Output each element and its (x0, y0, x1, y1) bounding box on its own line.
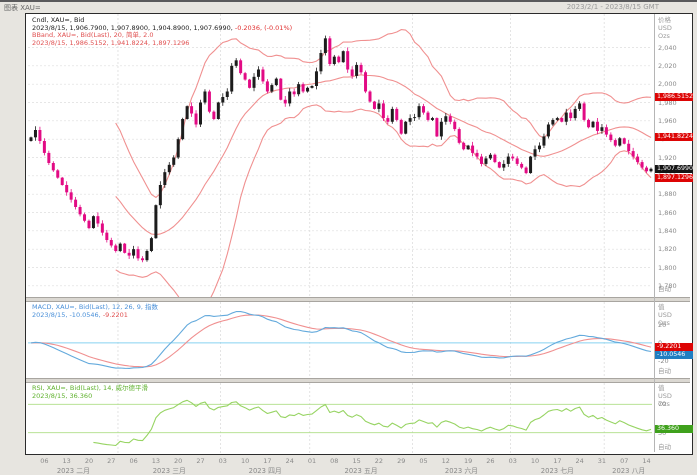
price-tick: 1,920 (658, 155, 677, 162)
bband-legend-values: 2023/8/15, 1,986.5152, 1,941.8224, 1,897… (32, 40, 292, 48)
rsi-axis-title: 值 (658, 385, 665, 392)
macd-value-badge: -10.0546 (655, 351, 693, 359)
rsi-axis-auto[interactable]: 自动 (658, 444, 671, 451)
month-label: 2023 八月 (612, 465, 645, 475)
macd-axis-title: 值 (658, 304, 665, 311)
macd-signal-badge: -9.2201 (655, 343, 693, 351)
bband-upper-badge: 1,986.5152 (655, 93, 693, 101)
date-tick: 07 (620, 457, 628, 465)
price-axis-title: 价格 (658, 17, 671, 24)
date-tick: 12 (442, 457, 450, 465)
price-tick: 2,000 (658, 81, 677, 88)
price-pane-chart[interactable] (26, 14, 654, 297)
macd-axis-auto[interactable]: 自动 (658, 368, 671, 375)
date-tick: 17 (263, 457, 271, 465)
month-label: 2023 三月 (153, 465, 186, 475)
price-tick: 1,960 (658, 118, 677, 125)
time-axis[interactable]: 061320272023 二月061320272023 三月0310172420… (0, 456, 697, 473)
date-tick: 15 (352, 457, 360, 465)
date-tick: 13 (152, 457, 160, 465)
price-tick: 1,860 (658, 210, 677, 217)
rsi-legend: RSI, XAU=, Bid(Last), 14, 威尔德平滑 2023/8/1… (32, 385, 148, 400)
date-tick: 06 (40, 457, 48, 465)
bband-lower-badge: 1,897.1296 (655, 174, 693, 182)
date-tick: 14 (642, 457, 650, 465)
date-tick: 03 (509, 457, 517, 465)
price-tick: 1,780 (658, 283, 677, 290)
price-tick: 1,800 (658, 265, 677, 272)
rsi-axis-unit: USD (658, 393, 672, 400)
price-tick: 1,840 (658, 228, 677, 235)
macd-legend-signal: -9.2201 (101, 311, 128, 319)
date-tick: 27 (107, 457, 115, 465)
date-tick: 24 (286, 457, 294, 465)
date-tick: 27 (196, 457, 204, 465)
date-tick: 10 (241, 457, 249, 465)
date-tick: 06 (129, 457, 137, 465)
date-tick: 26 (486, 457, 494, 465)
axis-separator-line (654, 14, 655, 452)
bband-middle-badge: 1,941.8224 (655, 133, 693, 141)
title-bar: 图表 XAU= 2023/2/1 - 2023/8/15 GMT (0, 2, 697, 13)
macd-legend-value: 2023/8/15, -10.0546, (32, 311, 101, 319)
rsi-value-badge: 36.360 (655, 425, 693, 433)
last-price-badge: 1,907.6990 (655, 165, 693, 173)
price-legend: Cndl, XAU=, Bid 2023/8/15, 1,906.7900, 1… (32, 17, 292, 47)
date-tick: 24 (575, 457, 583, 465)
date-range-label: 2023/2/1 - 2023/8/15 GMT (567, 3, 659, 11)
rsi-tick: 70 (658, 401, 666, 408)
price-tick: 1,880 (658, 191, 677, 198)
month-label: 2023 七月 (541, 465, 574, 475)
date-tick: 29 (397, 457, 405, 465)
date-tick: 20 (174, 457, 182, 465)
rsi-legend-value: 2023/8/15, 36.360 (32, 393, 148, 401)
date-tick: 01 (308, 457, 316, 465)
month-label: 2023 二月 (57, 465, 90, 475)
macd-tick: 20 (658, 322, 666, 329)
date-tick: 08 (330, 457, 338, 465)
month-label: 2023 五月 (345, 465, 378, 475)
trading-chart-screen: { "window": { "title": "图表 XAU=", "date_… (0, 0, 697, 473)
date-tick: 17 (553, 457, 561, 465)
date-tick: 03 (219, 457, 227, 465)
month-label: 2023 六月 (445, 465, 478, 475)
price-tick: 1,820 (658, 246, 677, 253)
date-tick: 31 (598, 457, 606, 465)
macd-axis-unit: USD (658, 312, 672, 319)
price-legend-change: -0.2036, (-0.01%) (233, 24, 292, 32)
date-tick: 13 (63, 457, 71, 465)
macd-legend: MACD, XAU=, Bid(Last), 12, 26, 9, 指数 202… (32, 304, 158, 319)
date-tick: 05 (419, 457, 427, 465)
date-tick: 10 (531, 457, 539, 465)
month-label: 2023 四月 (249, 465, 282, 475)
date-tick: 22 (375, 457, 383, 465)
price-axis-unit: USD (658, 25, 672, 32)
price-axis-unit2: Ozs (658, 33, 670, 40)
price-tick: 2,040 (658, 45, 677, 52)
price-tick: 2,020 (658, 63, 677, 70)
chart-frame: Cndl, XAU=, Bid 2023/8/15, 1,906.7900, 1… (25, 13, 693, 455)
window-title[interactable]: 图表 XAU= (4, 3, 41, 13)
date-tick: 20 (85, 457, 93, 465)
date-tick: 19 (464, 457, 472, 465)
